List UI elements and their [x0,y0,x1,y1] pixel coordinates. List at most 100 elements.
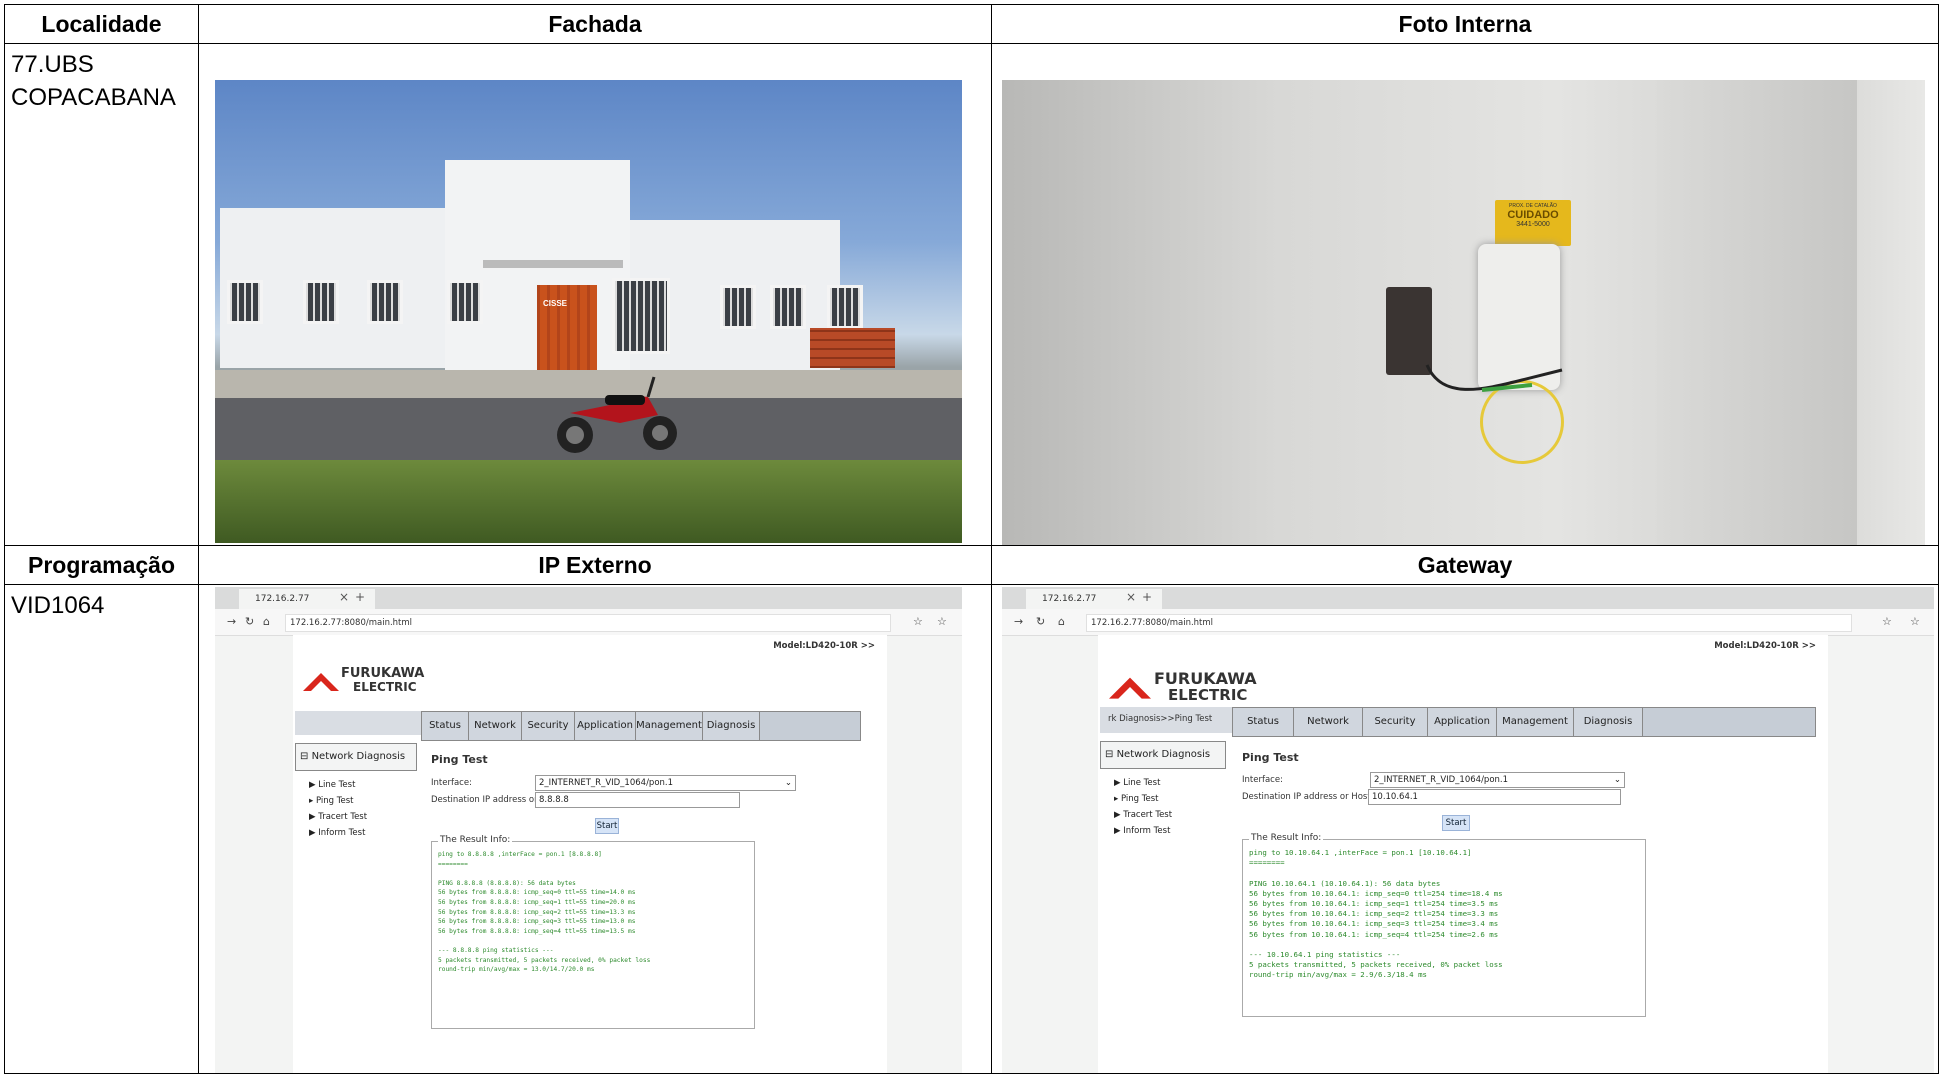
model-label[interactable]: Model:LD420-10R >> [1714,641,1816,651]
chevron-down-icon: ⌄ [1613,775,1621,785]
gateway-screenshot: 172.16.2.77 × + → ↻ ⌂ 172.16.2.77:8080/m… [1002,587,1934,1073]
localidade-line1: 77.UBS [11,51,94,78]
url-field[interactable]: 172.16.2.77:8080/main.html [285,614,891,632]
side-menu-network-diagnosis[interactable]: ⊟ Network Diagnosis [1100,741,1226,769]
logo-line2: ELECTRIC [1168,686,1248,704]
interior-photo: PROX. DE CATALÃO CUIDADO 3441-5000 [1002,80,1925,545]
chevron-down-icon: ⌄ [784,778,792,788]
logo-line1: FURUKAWA [341,666,425,681]
result-output: ping to 10.10.64.1 ,interFace = pon.1 [1… [1249,848,1503,980]
refresh-icon[interactable]: ↻ [1036,615,1045,628]
top-menu: Status Network Security Application Mana… [421,711,861,741]
menu-network[interactable]: Network [1294,708,1363,736]
result-box: The Result Info: ping to 8.8.8.8 ,interF… [431,835,755,1029]
warning-tag: PROX. DE CATALÃO CUIDADO 3441-5000 [1495,200,1571,246]
result-title: The Result Info: [438,835,513,845]
menu-management[interactable]: Management [1497,708,1574,736]
logo-line1: FURUKAWA [1154,669,1257,688]
window [227,280,263,324]
window [770,285,806,329]
favorites-bar-icon[interactable]: ☆ [937,615,947,628]
side-menu: ⊟ Network Diagnosis ▶ Line Test ▸ Ping T… [295,743,417,841]
wall-corner [1657,80,1857,545]
interface-label: Interface: [1242,775,1283,785]
close-tab-icon[interactable]: × [1126,590,1136,604]
header-gateway: Gateway [991,545,1939,585]
url-field[interactable]: 172.16.2.77:8080/main.html [1086,614,1852,632]
breadcrumb: rk Diagnosis>>Ping Test [1100,707,1234,733]
programacao-value: VID1064 [11,592,105,619]
furukawa-logo: FURUKAWA ELECTRIC [301,663,425,699]
address-bar-row: → ↻ ⌂ 172.16.2.77:8080/main.html ☆ ☆ [215,609,962,636]
interface-label: Interface: [431,778,472,788]
side-item-ping-test[interactable]: ▸ Ping Test [295,793,417,809]
logo-mark-icon [1109,677,1151,699]
favorites-bar-icon[interactable]: ☆ [1910,615,1920,628]
tag-line3: 3441-5000 [1516,221,1550,228]
ip-externo-screenshot: 172.16.2.77 × + → ↻ ⌂ 172.16.2.77:8080/m… [215,587,962,1073]
start-button[interactable]: Start [1442,815,1470,831]
side-item-tracert-test[interactable]: ▶ Tracert Test [295,809,417,825]
header-ip-externo: IP Externo [198,545,992,585]
side-item-ping-test[interactable]: ▸ Ping Test [1100,791,1226,807]
top-menu: Status Network Security Application Mana… [1232,707,1816,737]
logo-mark-icon [303,673,339,691]
home-icon[interactable]: ⌂ [1058,615,1065,628]
grass-foreground [215,460,962,543]
back-icon[interactable]: → [227,615,236,628]
page-title: Ping Test [431,753,488,766]
entrance-canopy [483,260,623,268]
fachada-cell: CISSE [198,43,992,546]
destination-input[interactable]: 10.10.64.1 [1368,789,1621,805]
menu-network[interactable]: Network [469,712,522,740]
localidade-cell: 77.UBS COPACABANA [4,43,199,546]
menu-application[interactable]: Application [575,712,636,740]
side-menu-network-diagnosis[interactable]: ⊟ Network Diagnosis [295,743,417,771]
menu-security[interactable]: Security [522,712,575,740]
new-tab-icon[interactable]: + [1142,590,1152,604]
menu-diagnosis[interactable]: Diagnosis [1574,708,1643,736]
report-document: Localidade Fachada Foto Interna 77.UBS C… [4,4,1939,1074]
menu-status[interactable]: Status [422,712,469,740]
back-icon[interactable]: → [1014,615,1023,628]
menu-diagnosis[interactable]: Diagnosis [703,712,760,740]
interface-select[interactable]: 2_INTERNET_R_VID_1064/pon.1 ⌄ [535,775,796,791]
header-fachada: Fachada [198,4,992,44]
menu-management[interactable]: Management [636,712,703,740]
fiber-cable [1425,364,1563,392]
side-item-inform-test[interactable]: ▶ Inform Test [295,825,417,841]
interface-select[interactable]: 2_INTERNET_R_VID_1064/pon.1 ⌄ [1370,772,1625,788]
browser-tabbar: 172.16.2.77 × + [215,587,962,609]
window [367,280,403,324]
router-page: Model:LD420-10R >> FURUKAWA ELECTRIC Sta… [293,635,887,1073]
result-box: The Result Info: ping to 10.10.64.1 ,int… [1242,833,1646,1017]
close-tab-icon[interactable]: × [339,590,349,604]
destination-input[interactable]: 8.8.8.8 [535,792,740,808]
furukawa-logo: FURUKAWA ELECTRIC [1106,667,1257,707]
motorcycle-image [557,376,677,453]
breadcrumb [295,711,425,735]
gateway-cell: 172.16.2.77 × + → ↻ ⌂ 172.16.2.77:8080/m… [991,584,1939,1074]
home-icon[interactable]: ⌂ [263,615,270,628]
favorite-icon[interactable]: ☆ [913,615,923,628]
side-item-inform-test[interactable]: ▶ Inform Test [1100,823,1226,839]
side-item-line-test[interactable]: ▶ Line Test [295,777,417,793]
menu-status[interactable]: Status [1233,708,1294,736]
favorite-icon[interactable]: ☆ [1882,615,1892,628]
menu-application[interactable]: Application [1428,708,1497,736]
menu-security[interactable]: Security [1363,708,1428,736]
refresh-icon[interactable]: ↻ [245,615,254,628]
router-page: Model:LD420-10R >> FURUKAWA ELECTRIC rk … [1098,635,1828,1073]
side-item-line-test[interactable]: ▶ Line Test [1100,775,1226,791]
programacao-cell: VID1064 [4,584,199,1074]
header-foto-interna: Foto Interna [991,4,1939,44]
new-tab-icon[interactable]: + [355,590,365,604]
model-label[interactable]: Model:LD420-10R >> [773,641,875,651]
window [827,285,863,329]
header-programacao: Programação [4,545,199,585]
foto-interna-cell: PROX. DE CATALÃO CUIDADO 3441-5000 [991,43,1939,546]
side-item-tracert-test[interactable]: ▶ Tracert Test [1100,807,1226,823]
container-text: CISSE [543,299,568,308]
start-button[interactable]: Start [595,818,619,834]
side-menu: ⊟ Network Diagnosis ▶ Line Test ▸ Ping T… [1100,741,1226,839]
